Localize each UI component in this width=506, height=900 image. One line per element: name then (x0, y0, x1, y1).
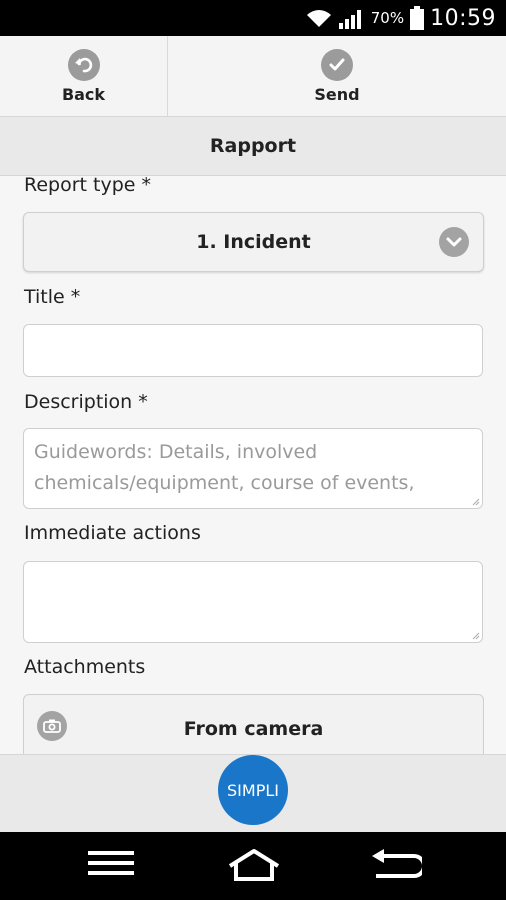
from-camera-label: From camera (183, 718, 324, 740)
footer: SIMPLI (0, 754, 506, 833)
signal-icon (338, 10, 361, 29)
battery-icon (410, 6, 425, 30)
report-form[interactable]: Report type * 1. Incident Title * Descri… (0, 176, 506, 754)
resize-grip-icon (472, 498, 480, 506)
resize-grip-icon (472, 632, 480, 640)
wifi-icon (306, 10, 331, 27)
toolbar: Back Send (0, 36, 506, 117)
clock: 10:59 (430, 5, 496, 31)
back-arrow-icon (67, 48, 100, 81)
home-icon[interactable] (226, 848, 282, 882)
attachments-label: Attachments (24, 656, 146, 678)
system-nav-bar (0, 832, 506, 900)
description-textarea[interactable]: Guidewords: Details, involved chemicals/… (23, 428, 483, 509)
page-header: Rapport (0, 117, 506, 176)
from-camera-button[interactable]: From camera (23, 694, 484, 754)
back-nav-icon[interactable] (370, 848, 422, 882)
camera-icon (37, 711, 67, 741)
send-button[interactable]: Send (168, 36, 506, 116)
title-label: Title * (24, 286, 81, 308)
title-input[interactable] (23, 324, 483, 377)
simpli-logo-button[interactable]: SIMPLI (218, 755, 288, 825)
report-type-select[interactable]: 1. Incident (23, 212, 484, 272)
description-placeholder: Guidewords: Details, involved chemicals/… (34, 441, 415, 494)
status-bar: 70% 10:59 (0, 0, 506, 36)
description-label: Description * (24, 391, 148, 413)
send-label: Send (314, 84, 360, 104)
checkmark-icon (321, 48, 353, 81)
menu-icon[interactable] (88, 848, 134, 878)
page-title: Rapport (209, 135, 297, 157)
report-type-label: Report type * (24, 176, 152, 196)
immediate-actions-textarea[interactable] (23, 561, 483, 643)
report-type-value: 1. Incident (196, 231, 311, 253)
back-button[interactable]: Back (0, 36, 168, 116)
back-label: Back (61, 84, 106, 104)
battery-percent: 70% (370, 9, 405, 27)
immediate-actions-label: Immediate actions (24, 522, 201, 544)
chevron-down-icon (439, 227, 469, 257)
